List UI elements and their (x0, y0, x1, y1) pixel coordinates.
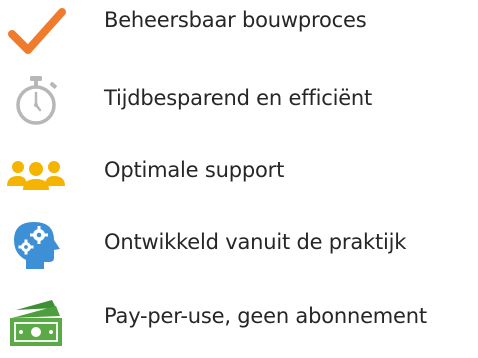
feature-label: Pay-per-use, geen abonnement (104, 304, 427, 328)
feature-label: Ontwikkeld vanuit de praktijk (104, 230, 407, 254)
stopwatch-icon (6, 74, 66, 126)
money-icon (6, 298, 66, 350)
feature-label: Beheersbaar bouwproces (104, 8, 367, 32)
feature-item-pay-per-use: Pay-per-use, geen abonnement (0, 284, 478, 346)
feature-list: Beheersbaar bouwproces Tijdbesparend en … (0, 0, 478, 358)
feature-item-support: Optimale support (0, 146, 478, 206)
feature-item-beheersbaar: Beheersbaar bouwproces (0, 0, 478, 60)
feature-item-praktijk: Ontwikkeld vanuit de praktijk (0, 210, 478, 270)
feature-label: Tijdbesparend en efficiënt (104, 86, 373, 110)
feature-label: Optimale support (104, 158, 285, 182)
checkmark-icon (6, 6, 66, 58)
head-gears-icon (6, 218, 66, 270)
feature-item-tijdbesparend: Tijdbesparend en efficiënt (0, 72, 478, 132)
people-group-icon (6, 154, 66, 206)
